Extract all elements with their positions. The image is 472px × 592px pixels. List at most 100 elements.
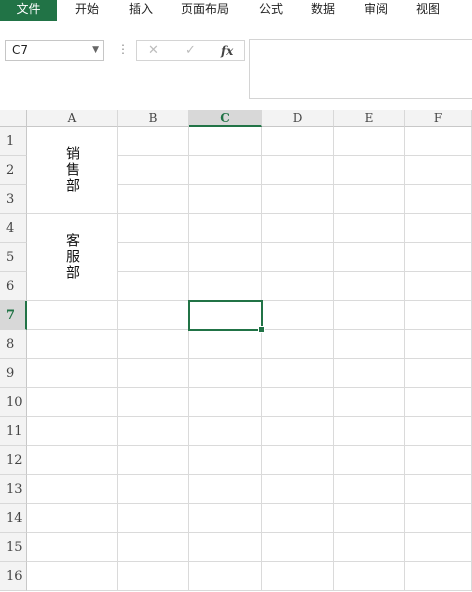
- cell-c15[interactable]: [189, 533, 262, 562]
- column-header-e[interactable]: E: [334, 110, 405, 127]
- formula-input[interactable]: [249, 39, 472, 99]
- cell-b2[interactable]: [118, 156, 189, 185]
- cell-b8[interactable]: [118, 330, 189, 359]
- cell-c2[interactable]: [189, 156, 262, 185]
- merged-cell-a4-a6[interactable]: 客服部: [27, 214, 118, 301]
- column-header-d[interactable]: D: [262, 110, 334, 127]
- cell-c13[interactable]: [189, 475, 262, 504]
- cell-f5[interactable]: [405, 243, 472, 272]
- cell-d9[interactable]: [262, 359, 334, 388]
- more-vertical-icon[interactable]: ⋮: [117, 42, 129, 56]
- tab-insert[interactable]: 插入: [121, 0, 161, 21]
- cell-d1[interactable]: [262, 127, 334, 156]
- cell-c8[interactable]: [189, 330, 262, 359]
- cell-e16[interactable]: [334, 562, 405, 591]
- cell-c4[interactable]: [189, 214, 262, 243]
- cell-b10[interactable]: [118, 388, 189, 417]
- cell-b1[interactable]: [118, 127, 189, 156]
- cell-b5[interactable]: [118, 243, 189, 272]
- row-header-13[interactable]: 13: [0, 475, 27, 504]
- cell-d11[interactable]: [262, 417, 334, 446]
- cell-a15[interactable]: [27, 533, 118, 562]
- cell-d12[interactable]: [262, 446, 334, 475]
- active-cell-selection[interactable]: [188, 300, 263, 331]
- cell-a10[interactable]: [27, 388, 118, 417]
- cell-c16[interactable]: [189, 562, 262, 591]
- cell-c11[interactable]: [189, 417, 262, 446]
- cell-f13[interactable]: [405, 475, 472, 504]
- row-header-7[interactable]: 7: [0, 301, 27, 330]
- tab-home[interactable]: 开始: [67, 0, 107, 21]
- cell-b12[interactable]: [118, 446, 189, 475]
- cell-f15[interactable]: [405, 533, 472, 562]
- cell-f10[interactable]: [405, 388, 472, 417]
- merged-cell-a1-a3[interactable]: 销售部: [27, 127, 118, 214]
- tab-formulas[interactable]: 公式: [251, 0, 291, 21]
- cell-a9[interactable]: [27, 359, 118, 388]
- row-header-9[interactable]: 9: [0, 359, 27, 388]
- tab-file[interactable]: 文件: [0, 0, 57, 21]
- cell-e4[interactable]: [334, 214, 405, 243]
- cell-d4[interactable]: [262, 214, 334, 243]
- cell-a13[interactable]: [27, 475, 118, 504]
- tab-data[interactable]: 数据: [303, 0, 343, 21]
- cell-a7[interactable]: [27, 301, 118, 330]
- fill-handle[interactable]: [258, 326, 265, 333]
- cell-f11[interactable]: [405, 417, 472, 446]
- cell-f3[interactable]: [405, 185, 472, 214]
- cell-e1[interactable]: [334, 127, 405, 156]
- cell-a11[interactable]: [27, 417, 118, 446]
- cell-d6[interactable]: [262, 272, 334, 301]
- cell-d14[interactable]: [262, 504, 334, 533]
- cell-f14[interactable]: [405, 504, 472, 533]
- row-header-8[interactable]: 8: [0, 330, 27, 359]
- cell-c6[interactable]: [189, 272, 262, 301]
- cell-d15[interactable]: [262, 533, 334, 562]
- cell-d2[interactable]: [262, 156, 334, 185]
- select-all-corner[interactable]: [0, 110, 27, 127]
- row-header-5[interactable]: 5: [0, 243, 27, 272]
- cell-e3[interactable]: [334, 185, 405, 214]
- cell-b16[interactable]: [118, 562, 189, 591]
- cell-e12[interactable]: [334, 446, 405, 475]
- cell-e11[interactable]: [334, 417, 405, 446]
- cell-b11[interactable]: [118, 417, 189, 446]
- cell-a12[interactable]: [27, 446, 118, 475]
- chevron-down-icon[interactable]: ▼: [92, 45, 99, 55]
- cell-e2[interactable]: [334, 156, 405, 185]
- cell-d7[interactable]: [262, 301, 334, 330]
- column-header-a[interactable]: A: [27, 110, 118, 127]
- function-icon[interactable]: fx: [221, 44, 233, 58]
- cell-e15[interactable]: [334, 533, 405, 562]
- cell-e5[interactable]: [334, 243, 405, 272]
- row-header-12[interactable]: 12: [0, 446, 27, 475]
- cell-a8[interactable]: [27, 330, 118, 359]
- cell-b13[interactable]: [118, 475, 189, 504]
- tab-view[interactable]: 视图: [408, 0, 448, 21]
- cell-f7[interactable]: [405, 301, 472, 330]
- tab-page-layout[interactable]: 页面布局: [175, 0, 235, 21]
- cell-b14[interactable]: [118, 504, 189, 533]
- cell-b15[interactable]: [118, 533, 189, 562]
- row-header-4[interactable]: 4: [0, 214, 27, 243]
- row-header-10[interactable]: 10: [0, 388, 27, 417]
- cell-f2[interactable]: [405, 156, 472, 185]
- cell-c5[interactable]: [189, 243, 262, 272]
- cell-b9[interactable]: [118, 359, 189, 388]
- cell-e6[interactable]: [334, 272, 405, 301]
- row-header-16[interactable]: 16: [0, 562, 27, 591]
- cell-c3[interactable]: [189, 185, 262, 214]
- cell-b4[interactable]: [118, 214, 189, 243]
- column-header-c[interactable]: C: [189, 110, 262, 127]
- cell-f1[interactable]: [405, 127, 472, 156]
- cell-c12[interactable]: [189, 446, 262, 475]
- row-header-1[interactable]: 1: [0, 127, 27, 156]
- cell-d8[interactable]: [262, 330, 334, 359]
- cell-c9[interactable]: [189, 359, 262, 388]
- cell-e7[interactable]: [334, 301, 405, 330]
- cell-f4[interactable]: [405, 214, 472, 243]
- cell-e13[interactable]: [334, 475, 405, 504]
- row-header-2[interactable]: 2: [0, 156, 27, 185]
- cell-f6[interactable]: [405, 272, 472, 301]
- cell-c14[interactable]: [189, 504, 262, 533]
